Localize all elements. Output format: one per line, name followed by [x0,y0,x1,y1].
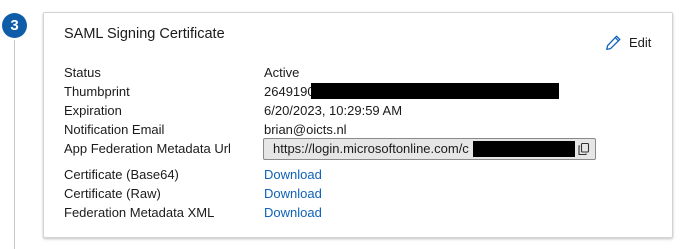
step-number-badge: 3 [2,13,27,38]
metadata-url-label: App Federation Metadata Url [64,141,231,156]
edit-button-label: Edit [629,35,652,50]
status-value: Active [264,65,300,80]
saml-signing-certificate-card: SAML Signing Certificate Edit Status Act… [43,12,673,238]
copy-icon[interactable] [577,142,591,159]
edit-button[interactable]: Edit [605,34,651,51]
expiration-value: 6/20/2023, 10:29:59 AM [264,103,403,118]
thumbprint-redaction [311,83,559,99]
metadata-url-field[interactable]: https://login.microsoftonline.com/c [263,138,596,160]
notification-email-value: brian@oicts.nl [264,122,347,137]
cert-base64-download-link[interactable]: Download [264,167,322,182]
pencil-icon [605,34,622,51]
thumbprint-value: 2649190 [264,84,315,99]
cert-base64-label: Certificate (Base64) [64,167,179,182]
federation-xml-label: Federation Metadata XML [64,205,215,220]
cert-raw-label: Certificate (Raw) [64,186,161,201]
status-label: Status [64,65,101,80]
federation-xml-download-link[interactable]: Download [264,205,322,220]
notification-email-label: Notification Email [64,122,165,137]
metadata-url-value: https://login.microsoftonline.com/c [273,141,469,156]
page: 3 SAML Signing Certificate Edit Status A… [0,0,689,249]
cert-raw-download-link[interactable]: Download [264,186,322,201]
metadata-url-redaction [473,141,575,157]
card-title: SAML Signing Certificate [64,26,225,42]
expiration-label: Expiration [64,103,122,118]
thumbprint-label: Thumbprint [64,84,130,99]
step-connector-line [14,40,15,249]
